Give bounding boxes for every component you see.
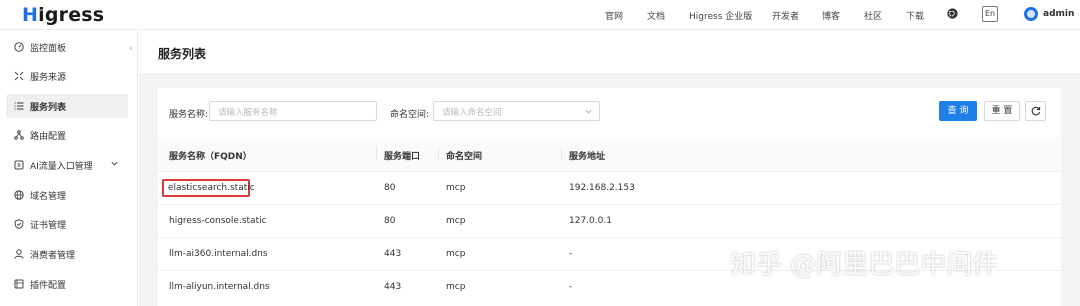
avatar[interactable] (1024, 7, 1038, 21)
ai-icon (14, 160, 24, 170)
table-row[interactable]: elasticsearch.static 80 mcp 192.168.2.15… (158, 171, 1061, 204)
namespace-placeholder: 请输入命名空间 (442, 108, 502, 118)
cell-namespace: mcp (446, 183, 466, 193)
nav-download[interactable]: 下载 (906, 9, 924, 22)
sidebar-item-label: 监控面板 (30, 44, 67, 54)
col-namespace: 命名空间 (446, 152, 483, 162)
sidebar-item-dashboard[interactable]: 监控面板 (6, 35, 128, 59)
globe-icon (14, 190, 24, 200)
query-button[interactable]: 查 询 (939, 101, 977, 121)
nav-community[interactable]: 社区 (864, 9, 882, 22)
page-header: 服务列表 (139, 31, 1080, 73)
sidebar-item-service-source[interactable]: 服务来源 (6, 64, 128, 88)
chevron-down-icon (585, 109, 592, 114)
service-name-placeholder: 请输入服务名称 (218, 108, 278, 118)
list-icon (14, 102, 24, 110)
sidebar-item-label: 证书管理 (30, 221, 67, 231)
col-service-address: 服务地址 (569, 152, 606, 162)
source-icon (14, 71, 24, 81)
sidebar-item-domain[interactable]: 域名管理 (6, 183, 128, 207)
cell-service-port: 443 (384, 249, 402, 259)
route-icon (14, 130, 24, 140)
cell-service-name: higress-console.static (169, 216, 267, 226)
shield-icon (14, 219, 24, 229)
nav-docs[interactable]: 文档 (647, 9, 665, 22)
sidebar-item-certificate[interactable]: 证书管理 (6, 212, 128, 236)
column-divider (438, 147, 439, 161)
sidebar-item-label: 域名管理 (30, 192, 67, 202)
table-header: 服务名称（FQDN） 服务端口 命名空间 服务地址 (158, 137, 1061, 171)
col-service-port: 服务端口 (384, 152, 421, 162)
sidebar-item-label: 路由配置 (30, 132, 67, 142)
sidebar-item-service-list[interactable]: 服务列表 (6, 94, 128, 118)
sidebar-item-consumer[interactable]: 消费者管理 (6, 242, 128, 266)
nav-developer[interactable]: 开发者 (772, 9, 799, 22)
cell-service-port: 80 (384, 216, 396, 226)
user-icon (14, 249, 24, 259)
cell-service-name: llm-ai360.internal.dns (169, 249, 268, 259)
column-divider (376, 147, 377, 161)
higress-logo[interactable]: Higress (22, 4, 104, 26)
sidebar-collapse-icon[interactable]: ‹ (129, 44, 133, 54)
chevron-down-icon[interactable] (110, 159, 119, 168)
refresh-button[interactable] (1025, 101, 1046, 121)
cell-namespace: mcp (446, 282, 466, 292)
reset-button[interactable]: 重 置 (984, 101, 1020, 121)
sidebar-item-label: AI流量入口管理 (30, 162, 93, 172)
cell-service-address: - (569, 282, 573, 292)
language-switch[interactable]: En (982, 6, 998, 22)
sidebar-item-label: 插件配置 (30, 281, 67, 291)
service-name-input[interactable]: 请输入服务名称 (209, 101, 377, 121)
column-divider (561, 147, 562, 161)
sidebar-item-label: 服务来源 (30, 73, 67, 83)
namespace-label: 命名空间: (390, 110, 430, 120)
cell-namespace: mcp (446, 216, 466, 226)
nav-official-site[interactable]: 官网 (605, 9, 623, 22)
page-title: 服务列表 (158, 47, 207, 61)
sidebar: ‹ 监控面板 服务来源 服务列表 路由配置 AI流量入口管理 域名管理 证书管理… (0, 31, 138, 306)
sidebar-item-route-config[interactable]: 路由配置 (6, 123, 128, 147)
nav-blog[interactable]: 博客 (822, 9, 840, 22)
namespace-select[interactable]: 请输入命名空间 (433, 101, 600, 121)
cell-service-address: 192.168.2.153 (569, 183, 635, 193)
service-name-label: 服务名称: (169, 110, 209, 120)
logo-text: igress (38, 4, 105, 26)
sidebar-item-label: 消费者管理 (30, 251, 76, 261)
cell-service-port: 80 (384, 183, 396, 193)
github-icon[interactable] (947, 8, 958, 19)
cell-service-name: llm-aliyun.internal.dns (169, 282, 270, 292)
cell-namespace: mcp (446, 249, 466, 259)
dashboard-icon (14, 42, 24, 52)
cell-service-name: elasticsearch.static (168, 183, 255, 193)
top-navbar: Higress 官网 文档 Higress 企业版 开发者 博客 社区 下载 E… (0, 0, 1080, 30)
table-row[interactable]: higress-console.static 80 mcp 127.0.0.1 (158, 204, 1061, 237)
refresh-icon (1031, 106, 1041, 116)
cell-service-address: - (569, 249, 573, 259)
col-service-name: 服务名称（FQDN） (169, 152, 252, 162)
sidebar-item-plugin[interactable]: 插件配置 (6, 272, 128, 296)
cell-service-address: 127.0.0.1 (569, 216, 612, 226)
username[interactable]: admin (1043, 9, 1074, 19)
sidebar-item-ai-gateway[interactable]: AI流量入口管理 (6, 153, 128, 177)
sidebar-item-label: 服务列表 (30, 103, 67, 113)
plugin-icon (14, 279, 24, 289)
cell-service-port: 443 (384, 282, 402, 292)
nav-enterprise[interactable]: Higress 企业版 (689, 9, 752, 22)
zhihu-watermark: 知乎 @阿里巴巴中间件 (730, 250, 999, 280)
filter-bar: 服务名称: 请输入服务名称 命名空间: 请输入命名空间 查 询 重 置 (158, 88, 1061, 137)
